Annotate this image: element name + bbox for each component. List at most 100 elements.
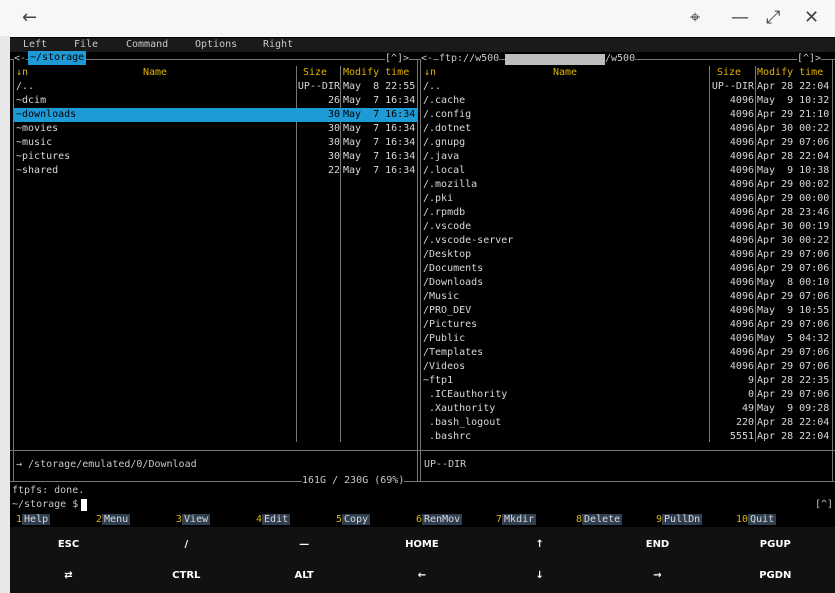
shell-prompt[interactable]: ~/storage $ bbox=[12, 498, 78, 512]
right-file-row[interactable]: .bash_logout 220 Apr 28 22:04 bbox=[421, 416, 833, 430]
right-file-row[interactable]: /Pictures 4096 Apr 29 07:06 bbox=[421, 318, 833, 332]
menu-options[interactable]: Options bbox=[195, 38, 237, 52]
right-file-row[interactable]: /.gnupg 4096 Apr 29 07:06 bbox=[421, 136, 833, 150]
close-icon[interactable]: ✕ bbox=[804, 6, 819, 30]
file-size: 9 bbox=[747, 375, 754, 386]
right-file-row[interactable]: /.. UP--DIR Apr 28 22:04 bbox=[421, 80, 833, 94]
file-name: /.dotnet bbox=[423, 123, 472, 134]
right-col-time[interactable]: Modify time bbox=[757, 66, 823, 80]
left-file-row[interactable]: ~movies 30 May 7 16:34 bbox=[14, 122, 417, 136]
right-file-row[interactable]: /.vscode 4096 Apr 30 00:19 bbox=[421, 220, 833, 234]
right-col-name[interactable]: Name bbox=[553, 66, 577, 80]
right-file-row[interactable]: /.dotnet 4096 Apr 30 00:22 bbox=[421, 122, 833, 136]
extra-key[interactable]: / bbox=[128, 530, 245, 560]
left-file-row[interactable]: ~pictures 30 May 7 16:34 bbox=[14, 150, 417, 164]
maximize-icon[interactable]: ⤢ bbox=[766, 6, 780, 30]
extra-key[interactable]: → bbox=[599, 561, 716, 591]
left-col-size[interactable]: Size bbox=[303, 66, 327, 80]
back-arrow-icon[interactable]: ← bbox=[22, 6, 37, 30]
left-panel-corner[interactable]: [^]> bbox=[385, 52, 410, 66]
fkey-delete[interactable]: 8 Delete bbox=[576, 513, 623, 527]
left-file-row[interactable]: /.. UP--DIR May 8 22:55 bbox=[14, 80, 417, 94]
fkey-menu[interactable]: 2 Menu bbox=[96, 513, 131, 527]
extra-key[interactable]: ↑ bbox=[481, 530, 598, 560]
extra-key[interactable]: HOME bbox=[363, 530, 480, 560]
fkey-copy[interactable]: 5 Copy bbox=[336, 513, 371, 527]
right-panel-corner[interactable]: [^]> bbox=[797, 52, 822, 66]
right-file-row[interactable]: /.pki 4096 Apr 29 00:00 bbox=[421, 192, 833, 206]
minimize-icon[interactable]: — bbox=[731, 6, 749, 30]
file-size: UP--DIR bbox=[297, 81, 340, 92]
right-file-row[interactable]: /Desktop 4096 Apr 29 07:06 bbox=[421, 248, 833, 262]
file-name: /.vscode-server bbox=[423, 235, 514, 246]
left-file-row[interactable]: ~dcim 26 May 7 16:34 bbox=[14, 94, 417, 108]
fkey-edit[interactable]: 4 Edit bbox=[256, 513, 291, 527]
file-size: 4096 bbox=[729, 305, 754, 316]
fkey-help[interactable]: 1 Help bbox=[16, 513, 51, 527]
extra-key[interactable]: END bbox=[599, 530, 716, 560]
menu-command[interactable]: Command bbox=[126, 38, 168, 52]
right-col-size[interactable]: Size bbox=[717, 66, 741, 80]
left-sort-indicator[interactable]: ↓n bbox=[16, 66, 28, 80]
right-file-row[interactable]: /.mozilla 4096 Apr 29 00:02 bbox=[421, 178, 833, 192]
right-file-row[interactable]: /Music 4096 Apr 29 07:06 bbox=[421, 290, 833, 304]
text-cursor bbox=[81, 499, 87, 511]
pin-icon[interactable]: ⌖ bbox=[690, 6, 700, 30]
file-time: Apr 28 22:04 bbox=[757, 431, 830, 442]
file-size: 49 bbox=[741, 403, 754, 414]
right-file-row[interactable]: /.config 4096 Apr 29 21:10 bbox=[421, 108, 833, 122]
extra-key[interactable]: PGDN bbox=[717, 561, 834, 591]
left-file-row[interactable]: ~shared 22 May 7 16:34 bbox=[14, 164, 417, 178]
right-panel-path-end[interactable]: /w500 bbox=[605, 52, 636, 66]
menu-file[interactable]: File bbox=[74, 38, 98, 52]
extra-key[interactable]: ESC bbox=[10, 530, 127, 560]
fkey-view[interactable]: 3 View bbox=[176, 513, 211, 527]
right-file-row[interactable]: .ICEauthority 0 Apr 29 07:06 bbox=[421, 388, 833, 402]
extra-key[interactable]: ⇄ bbox=[10, 561, 127, 591]
right-file-row[interactable]: /.cache 4096 May 9 10:32 bbox=[421, 94, 833, 108]
left-panel[interactable]: <- ~/storage [^]> ↓n Name Size Modify ti… bbox=[10, 51, 419, 488]
file-time: May 9 10:55 bbox=[757, 305, 830, 316]
fkey-pulldn[interactable]: 9 PullDn bbox=[656, 513, 703, 527]
right-file-row[interactable]: /Public 4096 May 5 04:32 bbox=[421, 332, 833, 346]
file-size: 4096 bbox=[729, 263, 754, 274]
right-file-row[interactable]: /PRO_DEV 4096 May 9 10:55 bbox=[421, 304, 833, 318]
right-file-row[interactable]: /Documents 4096 Apr 29 07:06 bbox=[421, 262, 833, 276]
extra-key[interactable]: PGUP bbox=[717, 530, 834, 560]
right-file-row[interactable]: .bashrc 5551 Apr 28 22:04 bbox=[421, 430, 833, 444]
left-file-row[interactable]: ~music 30 May 7 16:34 bbox=[14, 136, 417, 150]
extra-key[interactable]: CTRL bbox=[128, 561, 245, 591]
right-panel[interactable]: <- ftp://w500 /w500 [^]> ↓n Name Size Mo… bbox=[419, 52, 835, 482]
left-file-row[interactable]: ~downloads 30 May 7 16:34 bbox=[14, 108, 417, 122]
right-file-row[interactable]: /.local 4096 May 9 10:38 bbox=[421, 164, 833, 178]
right-file-row[interactable]: /Downloads 4096 May 8 00:10 bbox=[421, 276, 833, 290]
right-file-row[interactable]: ~ftp1 9 Apr 28 22:35 bbox=[421, 374, 833, 388]
right-file-row[interactable]: /Videos 4096 Apr 29 07:06 bbox=[421, 360, 833, 374]
left-col-name[interactable]: Name bbox=[143, 66, 167, 80]
terminal[interactable]: Left File Command Options Right <- ~/sto… bbox=[10, 37, 835, 527]
right-panel-path-start[interactable]: ftp://w500 bbox=[439, 52, 500, 66]
file-name: ~pictures bbox=[16, 151, 71, 162]
menu-right[interactable]: Right bbox=[263, 38, 293, 52]
extra-key[interactable]: — bbox=[246, 530, 363, 560]
file-name: /Pictures bbox=[423, 319, 478, 330]
right-sort-indicator[interactable]: ↓n bbox=[424, 66, 436, 80]
menu-left[interactable]: Left bbox=[23, 38, 47, 52]
right-file-row[interactable]: /.java 4096 Apr 28 22:04 bbox=[421, 150, 833, 164]
fkey-quit[interactable]: 10 Quit bbox=[736, 513, 777, 527]
extra-key[interactable]: ← bbox=[363, 561, 480, 591]
extra-key[interactable]: ALT bbox=[246, 561, 363, 591]
left-col-time[interactable]: Modify time bbox=[343, 66, 409, 80]
file-time: Apr 29 07:06 bbox=[757, 249, 830, 260]
extra-key[interactable]: ↓ bbox=[481, 561, 598, 591]
console-corner[interactable]: [^] bbox=[815, 498, 833, 512]
left-panel-path[interactable]: ~/storage bbox=[28, 51, 87, 65]
right-file-row[interactable]: /.rpmdb 4096 Apr 28 23:46 bbox=[421, 206, 833, 220]
file-time: Apr 30 00:22 bbox=[757, 123, 830, 134]
file-size: 4096 bbox=[729, 137, 754, 148]
right-file-row[interactable]: /Templates 4096 Apr 29 07:06 bbox=[421, 346, 833, 360]
right-file-row[interactable]: .Xauthority 49 May 9 09:28 bbox=[421, 402, 833, 416]
right-file-row[interactable]: /.vscode-server 4096 Apr 30 00:22 bbox=[421, 234, 833, 248]
fkey-renmov[interactable]: 6 RenMov bbox=[416, 513, 463, 527]
fkey-mkdir[interactable]: 7 Mkdir bbox=[496, 513, 537, 527]
